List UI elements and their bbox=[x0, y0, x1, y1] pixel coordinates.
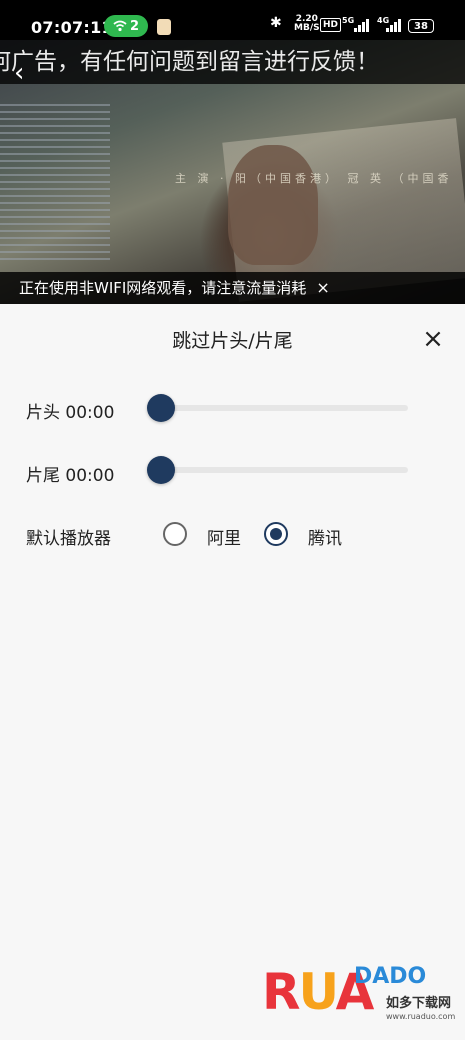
outro-slider-track[interactable] bbox=[160, 467, 408, 473]
watermark-logo-cn: 如多下载网 bbox=[386, 996, 452, 1011]
bluetooth-icon: ✱ bbox=[270, 15, 282, 31]
network-warning-text: 正在使用非WIFI网络观看，请注意流量消耗 bbox=[19, 279, 307, 297]
video-frame-figure bbox=[228, 145, 318, 265]
intro-slider-track[interactable] bbox=[160, 405, 408, 411]
radio-tencent[interactable] bbox=[264, 522, 288, 546]
watermark-logo-small: DADO bbox=[354, 964, 427, 989]
watermark-logo-url: www.ruaduo.com bbox=[386, 1012, 456, 1021]
radio-ali-label[interactable]: 阿里 bbox=[207, 524, 241, 549]
wifi-hotspot-badge: 2 bbox=[104, 15, 148, 37]
battery-icon: 38 bbox=[408, 19, 434, 33]
outro-slider-thumb[interactable] bbox=[147, 456, 175, 484]
watermark-logo: RUA DADO 如多下载网 www.ruaduo.com bbox=[262, 962, 456, 1032]
battery-level: 38 bbox=[414, 20, 428, 32]
network-warning-bar: 正在使用非WIFI网络观看，请注意流量消耗 × bbox=[0, 272, 465, 304]
network-speed: 2.20 MB/S bbox=[294, 15, 320, 33]
back-arrow-icon[interactable]: ‹ bbox=[14, 60, 24, 86]
warning-close-icon[interactable]: × bbox=[316, 272, 329, 304]
skip-settings-panel: 跳过片头/片尾 × 片头 00:00 片尾 00:00 默认播放器 阿里 腾讯 bbox=[0, 304, 465, 1040]
intro-slider-thumb[interactable] bbox=[147, 394, 175, 422]
wifi-badge-count: 2 bbox=[129, 18, 140, 34]
wifi-icon bbox=[113, 20, 127, 32]
hd-voice-icon: HD bbox=[320, 18, 342, 32]
radio-tencent-label[interactable]: 腾讯 bbox=[308, 524, 342, 549]
status-bar: 07:07:11 2 ✱ 2.20 MB/S HD 5G 4G 38 bbox=[0, 0, 465, 40]
video-player[interactable]: 主 演 · 阳（中国香港） 冠 英 （中国香 何广告，有任何问题到留言进行反馈！… bbox=[0, 40, 465, 304]
network-speed-unit: MB/S bbox=[294, 23, 320, 33]
notification-icon bbox=[157, 19, 171, 35]
intro-label: 片头 00:00 bbox=[26, 403, 115, 423]
default-player-label: 默认播放器 bbox=[26, 529, 111, 549]
status-time: 07:07:11 bbox=[31, 18, 113, 37]
panel-title: 跳过片头/片尾 bbox=[172, 330, 293, 352]
signal-5g-label: 5G bbox=[342, 16, 355, 25]
video-embedded-caption: 主 演 · 阳（中国香港） 冠 英 （中国香 bbox=[175, 172, 453, 185]
scrolling-notice-banner: 何广告，有任何问题到留言进行反馈！ bbox=[0, 40, 465, 84]
video-frame-texture bbox=[0, 100, 110, 260]
signal-bars-icon bbox=[386, 18, 402, 32]
outro-label: 片尾 00:00 bbox=[26, 466, 115, 486]
radio-ali[interactable] bbox=[163, 522, 187, 546]
signal-bars-icon bbox=[354, 18, 370, 32]
close-icon[interactable]: × bbox=[420, 326, 446, 352]
